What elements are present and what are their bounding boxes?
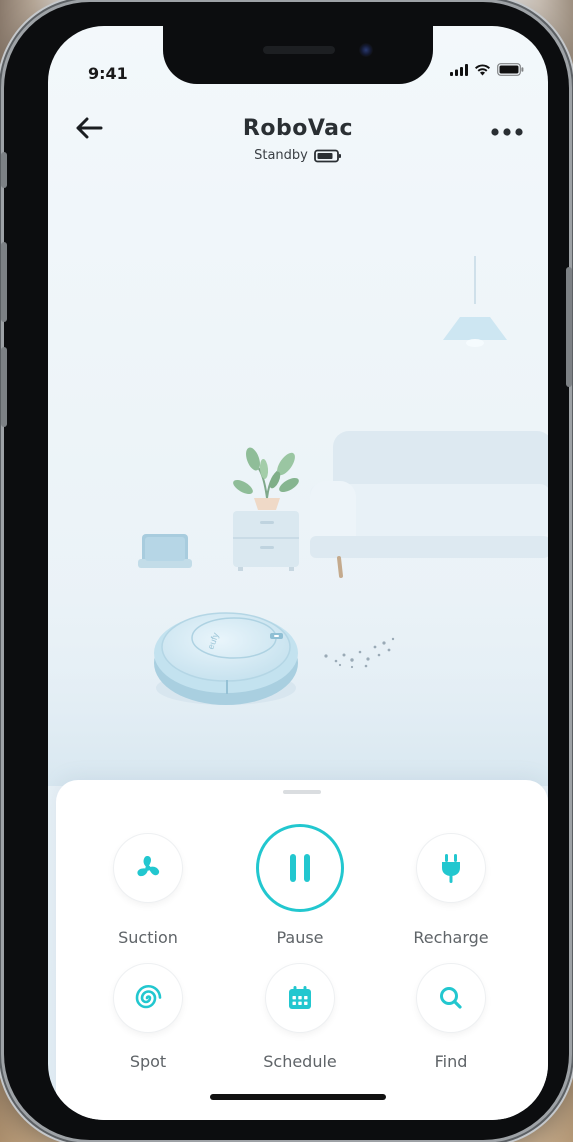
search-icon	[440, 987, 462, 1009]
room-illustration: eufy	[48, 256, 548, 786]
calendar-icon	[289, 986, 311, 1009]
home-indicator[interactable]	[210, 1094, 386, 1100]
suction-label: Suction	[118, 928, 178, 947]
plug-icon	[442, 854, 460, 883]
volume-up-button	[1, 242, 7, 322]
pause-button[interactable]: Pause	[240, 824, 360, 947]
notch	[163, 26, 433, 84]
suction-button[interactable]: Suction	[88, 834, 208, 947]
ceiling-lamp	[443, 256, 507, 347]
app-screen: 9:41 RoboVac Standby eufy Suction Pause …	[48, 26, 548, 1120]
status-text: Standby	[254, 148, 308, 163]
wifi-icon	[475, 63, 490, 75]
drag-handle[interactable]	[283, 790, 321, 794]
pause-icon	[290, 854, 310, 882]
suction-icon-circle	[114, 834, 182, 902]
find-button[interactable]: Find	[391, 964, 511, 1071]
pause-icon-circle	[256, 824, 344, 912]
device-status: Standby	[48, 148, 548, 163]
earpiece-speaker	[263, 46, 335, 54]
volume-down-button	[1, 347, 7, 427]
spot-label: Spot	[129, 1052, 167, 1071]
robot-vacuum: eufy	[154, 612, 298, 705]
battery-icon	[497, 63, 524, 76]
find-icon-circle	[417, 964, 485, 1032]
schedule-icon-circle	[266, 964, 334, 1032]
status-time: 9:41	[88, 64, 128, 83]
page-title: RoboVac	[242, 116, 354, 141]
mute-switch	[1, 152, 7, 188]
spot-icon-circle	[114, 964, 182, 1032]
pause-label: Pause	[276, 928, 324, 947]
sofa	[310, 431, 548, 578]
find-label: Find	[434, 1052, 468, 1071]
spiral-icon	[135, 985, 162, 1009]
device-battery-icon	[313, 149, 341, 162]
spot-button[interactable]: Spot	[88, 964, 208, 1071]
signal-icon	[450, 63, 468, 76]
front-camera	[359, 43, 373, 57]
phone-frame: 9:41 RoboVac Standby eufy Suction Pause …	[1, 2, 572, 1140]
more-dots-icon	[491, 128, 523, 136]
side-table	[233, 511, 299, 571]
recharge-button[interactable]: Recharge	[391, 834, 511, 947]
recharge-icon-circle	[417, 834, 485, 902]
control-panel: Suction Pause Recharge Spot Schedule Fin…	[56, 780, 548, 1120]
more-options-button[interactable]	[490, 122, 526, 138]
fan-icon	[137, 856, 160, 877]
schedule-button[interactable]: Schedule	[240, 964, 360, 1071]
recharge-label: Recharge	[413, 928, 489, 947]
potted-plant	[233, 447, 299, 510]
schedule-label: Schedule	[263, 1052, 337, 1071]
power-button	[566, 267, 572, 387]
status-icons	[450, 63, 524, 76]
charging-dock	[138, 534, 192, 568]
